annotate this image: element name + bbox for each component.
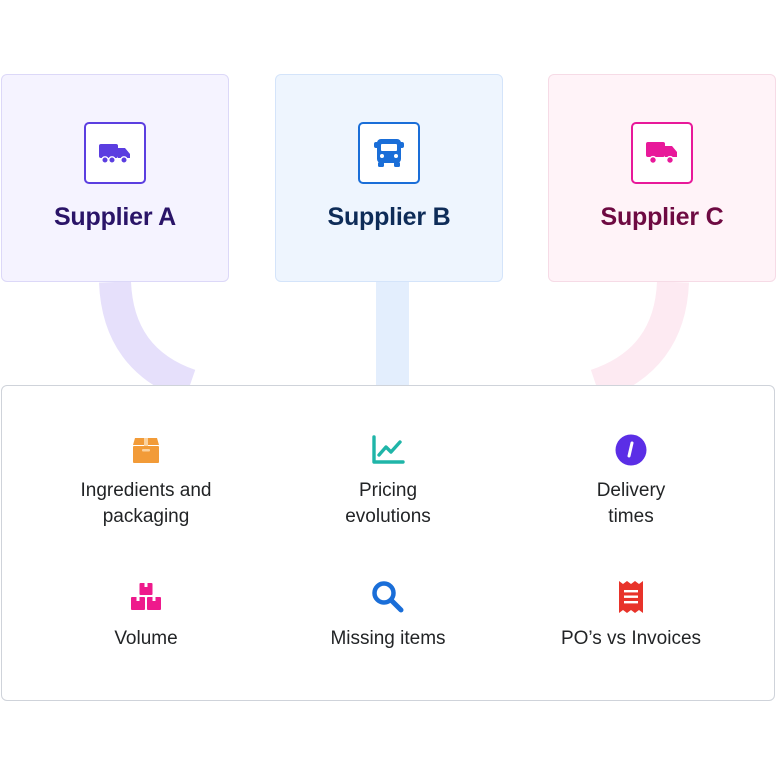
metric-missing-items-label: Missing items bbox=[330, 628, 446, 649]
clock-icon bbox=[614, 433, 648, 467]
supplier-b-name: Supplier B bbox=[327, 203, 451, 231]
receipt-icon bbox=[614, 580, 648, 614]
supplier-b-icon-box bbox=[358, 122, 420, 184]
stacked-boxes-icon bbox=[129, 580, 163, 614]
supplier-card-c: Supplier C bbox=[548, 74, 776, 282]
search-icon bbox=[371, 580, 405, 614]
box-icon bbox=[129, 433, 163, 467]
truck-icon bbox=[99, 144, 130, 164]
supplier-c-name: Supplier C bbox=[600, 203, 724, 231]
supplier-card-b: Supplier B bbox=[275, 74, 503, 282]
supplier-a-name: Supplier A bbox=[53, 203, 177, 231]
truck-icon bbox=[646, 142, 677, 165]
supplier-a-icon-box bbox=[84, 122, 146, 184]
supplier-card-a: Supplier A bbox=[1, 74, 229, 282]
connector-supplier-a bbox=[99, 280, 196, 401]
metric-pricing-label: Pricing evolutions bbox=[345, 480, 431, 527]
metric-volume-label: Volume bbox=[114, 628, 178, 649]
metric-delivery-label: Delivery times bbox=[596, 480, 666, 527]
supplier-c-icon-box bbox=[631, 122, 693, 184]
bus-front-icon bbox=[374, 139, 404, 167]
line-chart-icon bbox=[371, 433, 405, 467]
metrics-panel: Ingredients and packaging Pricing evolut… bbox=[1, 385, 775, 701]
connector-supplier-b bbox=[376, 282, 409, 386]
connector-supplier-c bbox=[590, 280, 689, 401]
metric-ingredients-label: Ingredients and packaging bbox=[80, 480, 212, 527]
metric-po-vs-invoices-label: PO’s vs Invoices bbox=[560, 628, 702, 649]
